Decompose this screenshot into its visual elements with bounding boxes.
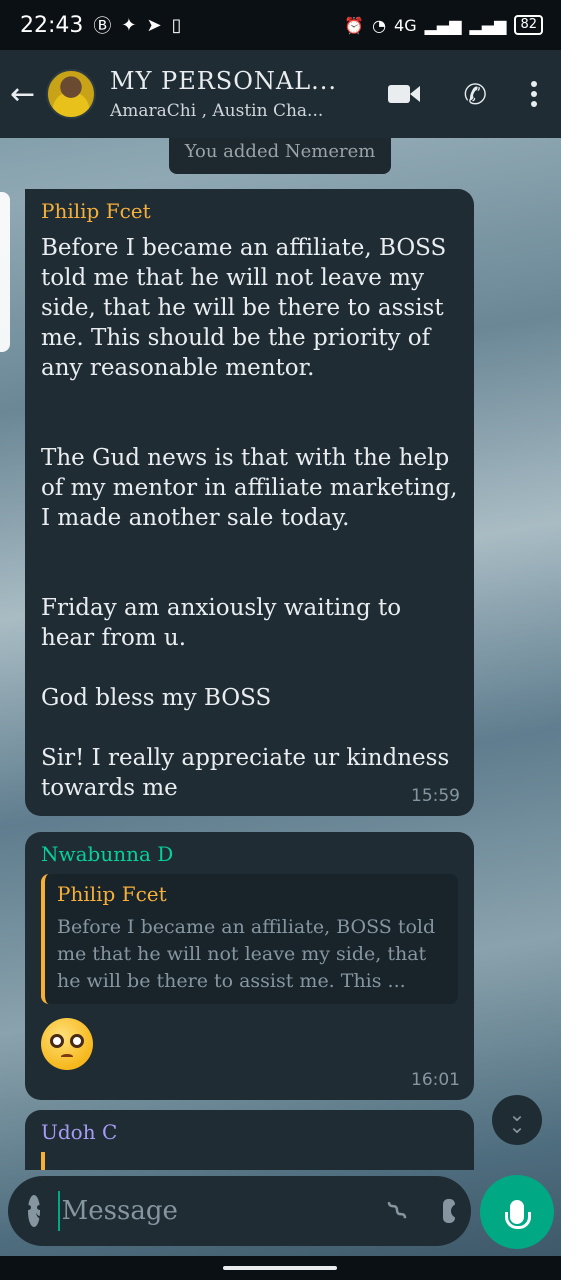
message-bubble[interactable]: Philip Fcet Before I became an affiliate… <box>25 189 474 816</box>
alarm-icon: ⏰ <box>344 15 365 35</box>
message-input[interactable] <box>61 1196 391 1226</box>
message-bubble[interactable]: Nwabunna D Philip Fcet Before I became a… <box>25 832 474 1100</box>
chat-participants: AmaraChi , Austin Cha... <box>110 101 324 121</box>
message-bubble[interactable]: Udoh C <box>25 1110 474 1170</box>
sender-name[interactable]: Nwabunna D <box>41 842 458 866</box>
battery-level: 82 <box>514 15 543 35</box>
home-gesture-handle[interactable] <box>223 1266 337 1270</box>
camera-icon[interactable] <box>443 1199 465 1223</box>
data-saver-icon: ◔ <box>372 15 387 35</box>
phone-status-icon: ▯ <box>171 14 182 36</box>
more-options-icon[interactable] <box>531 81 537 107</box>
scroll-to-bottom-button[interactable]: ⌄ ⌄ <box>492 1095 542 1145</box>
quote-text: Before I became an affiliate, BOSS told … <box>57 916 436 992</box>
system-message: You added Nemerem <box>169 138 391 174</box>
network-label: 4G <box>394 15 417 35</box>
system-nav-bar <box>0 1256 561 1280</box>
group-avatar[interactable] <box>46 69 96 119</box>
message-time: 15:59 <box>411 786 460 806</box>
twitter-icon: ✦ <box>121 14 137 36</box>
video-call-icon[interactable] <box>387 83 420 105</box>
message-time: 16:01 <box>411 1070 460 1090</box>
partial-bubble-edge <box>0 192 10 352</box>
voice-message-button[interactable] <box>480 1175 554 1249</box>
message-composer: ⌇ <box>8 1176 471 1246</box>
sender-name[interactable]: Udoh C <box>41 1120 458 1144</box>
chat-info[interactable]: MY PERSONAL... AmaraChi , Austin Cha... <box>110 67 388 121</box>
telegram-icon: ➤ <box>146 14 162 36</box>
microphone-icon <box>505 1200 531 1229</box>
message-text: Before I became an affiliate, BOSS told … <box>41 235 458 801</box>
status-time: 22:43 <box>20 12 84 38</box>
status-bar: 22:43 Ⓑ ✦ ➤ ▯ ⏰ ◔ 4G ▂▄▆ ▂▄▆ 82 <box>0 0 561 50</box>
signal-icon-2: ▂▄▆ <box>469 15 507 35</box>
chat-header: ← MY PERSONAL... AmaraChi , Austin Cha..… <box>0 50 561 138</box>
signal-icon: ▂▄▆ <box>424 15 462 35</box>
chat-title: MY PERSONAL... <box>110 67 338 95</box>
phone-icon[interactable]: ✆ <box>464 78 487 111</box>
text-cursor <box>58 1191 60 1231</box>
pleading-face-emoji <box>41 1018 93 1070</box>
b-icon: Ⓑ <box>93 16 112 37</box>
quote-author: Philip Fcet <box>57 882 167 906</box>
sender-name[interactable]: Philip Fcet <box>41 199 458 223</box>
quoted-message[interactable]: Philip Fcet Before I became an affiliate… <box>41 874 458 1004</box>
double-chevron-down-icon: ⌄ ⌄ <box>508 1102 526 1138</box>
back-arrow-icon[interactable]: ← <box>10 77 42 112</box>
quote-indicator <box>41 1152 45 1170</box>
emoji-icon[interactable] <box>26 1195 52 1227</box>
